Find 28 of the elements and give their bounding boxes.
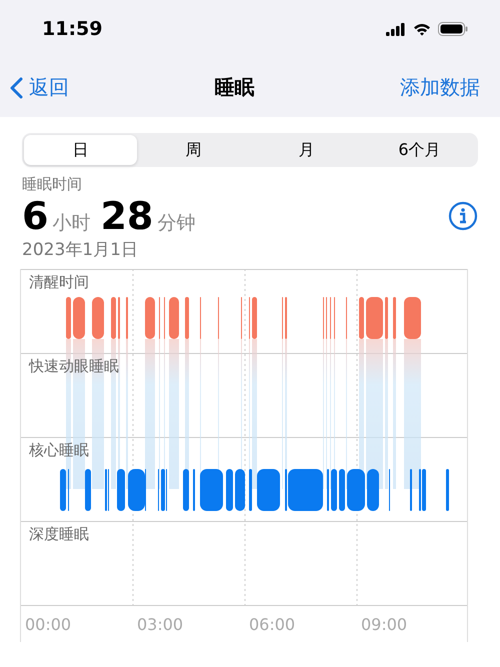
summary-label: 睡眠时间 [22,175,83,194]
stage-label: 深度睡眠 [29,525,89,543]
stage-label: 快速动眼睡眠 [29,357,119,375]
period-tab[interactable]: 月 [250,135,363,165]
chevron-left-icon [10,76,23,98]
back-link[interactable]: 返回 [10,74,69,101]
time-tick-label: 06:00 [248,614,296,634]
summary-date: 2023年1月1日 [22,239,139,261]
signal-icon [386,22,406,36]
hours-unit: 小时 [52,211,90,236]
nav-title: 睡眠 [214,74,254,101]
add-data-link[interactable]: 添加数据 [400,74,480,101]
time-tick-label: 03:00 [136,614,184,634]
battery-icon [438,22,468,36]
info-icon[interactable] [448,201,478,231]
minutes-value: 28 [100,194,154,238]
time-tick-label: 00:00 [24,614,72,634]
period-tab[interactable]: 6个月 [363,135,476,165]
hours-value: 6 [22,194,48,238]
minutes-unit: 分钟 [157,211,196,236]
period-tab[interactable]: 周 [137,135,250,165]
period-tab[interactable]: 日 [24,135,137,165]
back-label[interactable]: 返回 [29,74,69,101]
stage-label: 核心睡眠 [29,441,89,459]
stage-label: 清醒时间 [29,273,89,291]
time-tick-label: 09:00 [360,614,408,634]
wifi-icon [413,22,431,36]
status-time: 11:59 [42,18,102,40]
